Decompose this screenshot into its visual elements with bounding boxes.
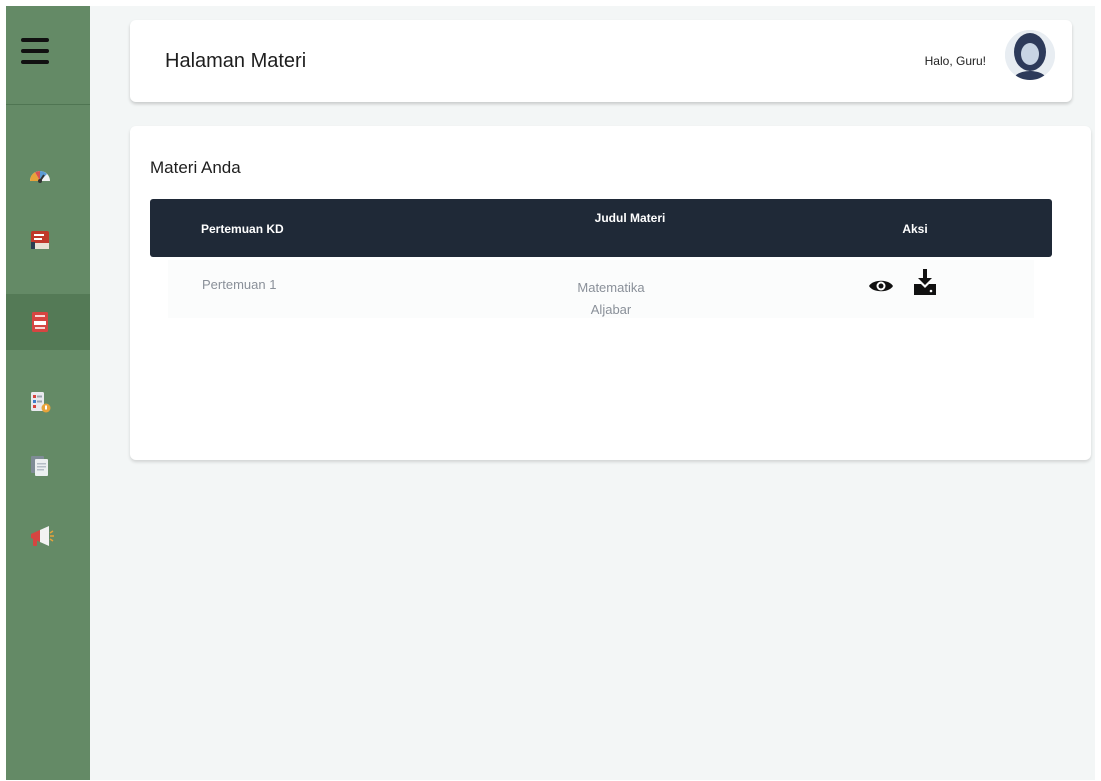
column-header-aksi: Aksi <box>902 222 928 236</box>
table-header: Pertemuan KD Judul Materi Aksi <box>150 199 1052 257</box>
cell-judul: Matematika Aljabar <box>577 280 645 317</box>
materi-card: Materi Anda Pertemuan KD Judul Materi Ak… <box>130 126 1091 460</box>
cell-pertemuan: Pertemuan 1 <box>202 277 277 292</box>
announcement-megaphone-icon <box>31 526 54 546</box>
avatar[interactable] <box>1005 30 1055 80</box>
sidebar-item-announcement[interactable] <box>6 508 90 564</box>
sidebar-item-files[interactable] <box>6 438 90 494</box>
user-greeting: Halo, Guru! <box>924 54 986 68</box>
sidebar-item-book[interactable] <box>6 212 90 268</box>
column-header-pertemuan: Pertemuan KD <box>201 222 284 236</box>
materi-document-icon <box>32 312 48 332</box>
user-avatar-icon <box>1005 30 1055 80</box>
files-icon <box>31 456 48 476</box>
header-bar: Halaman Materi Halo, Guru! <box>130 20 1072 102</box>
book-icon <box>31 231 49 249</box>
page-title: Halaman Materi <box>165 50 307 72</box>
app-frame: Halaman Materi Halo, Guru! Materi Anda P… <box>6 6 1095 780</box>
sidebar-item-materi[interactable] <box>6 294 90 350</box>
column-header-judul: Judul Materi <box>594 211 666 225</box>
table-row: Pertemuan 1 Matematika Aljabar <box>168 260 1034 318</box>
quiz-checklist-icon <box>31 392 51 413</box>
sidebar-item-quiz[interactable] <box>6 374 90 430</box>
view-eye-icon[interactable] <box>868 277 894 295</box>
section-title: Materi Anda <box>150 158 241 177</box>
hamburger-menu-icon[interactable] <box>21 38 49 64</box>
cell-aksi <box>868 268 978 308</box>
sidebar-divider <box>6 104 90 105</box>
download-icon[interactable] <box>912 268 938 296</box>
sidebar <box>6 6 90 780</box>
dashboard-gauge-icon <box>29 170 50 183</box>
sidebar-item-dashboard[interactable] <box>6 148 90 204</box>
